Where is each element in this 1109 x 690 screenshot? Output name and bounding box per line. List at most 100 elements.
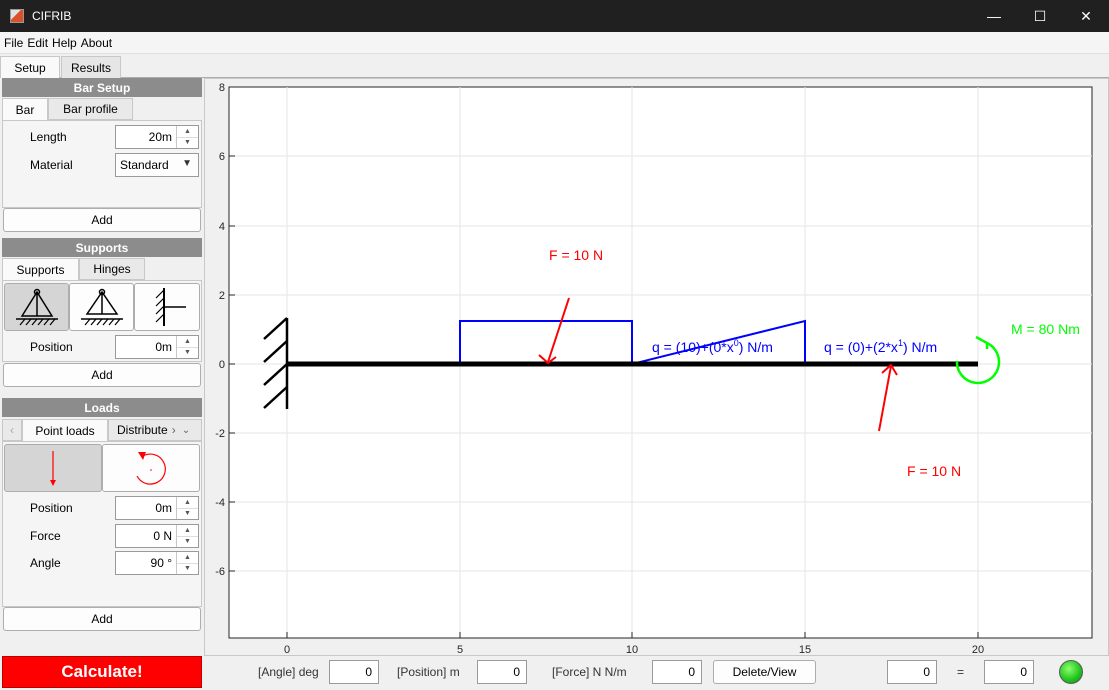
load-position-value[interactable]: 0m (116, 497, 176, 519)
tab-setup[interactable]: Setup (0, 56, 60, 79)
distributed-load-label-1: q = (10)+(0*x0) N/m (652, 338, 773, 355)
roller-support-button[interactable] (69, 283, 134, 331)
roller-support-icon (80, 288, 123, 326)
title-bar: CIFRIB — ☐ ✕ (0, 0, 1109, 32)
tab-scroll-left-icon[interactable]: ‹ (2, 419, 22, 441)
tab-bar[interactable]: Bar (2, 98, 48, 120)
force-input[interactable]: 0 (652, 660, 702, 684)
support-position-spinner[interactable]: 0m ▲ ▼ (115, 335, 199, 359)
spin-down-icon[interactable]: ▼ (177, 537, 198, 548)
angle-value[interactable]: 90 ° (116, 552, 176, 574)
angle-input-label: [Angle] deg (258, 665, 319, 679)
force-spinner[interactable]: 0 N ▲ ▼ (115, 524, 199, 548)
x-tick-label: 0 (284, 644, 290, 655)
status-led-icon (1059, 660, 1083, 684)
point-moment-button[interactable] (102, 444, 200, 492)
chevron-down-icon: ▼ (182, 158, 192, 169)
menu-bar: File Edit Help About (0, 32, 1109, 54)
force-label-bottom: F = 10 N (907, 463, 961, 479)
fixed-support-button[interactable] (134, 283, 200, 331)
y-tick-label: 8 (219, 82, 225, 94)
window-title: CIFRIB (32, 9, 72, 23)
result-left-field[interactable]: 0 (887, 660, 937, 684)
y-tick-label: 2 (219, 290, 225, 302)
chevron-down-icon[interactable]: ⌄ (182, 425, 190, 436)
y-tick-label: 0 (219, 359, 225, 371)
tab-distributed-loads[interactable]: Distribute › ⌄ (108, 419, 202, 441)
tab-distributed-label: Distribute (117, 423, 168, 437)
supports-add-button[interactable]: Add (3, 363, 201, 387)
bar-add-button[interactable]: Add (3, 208, 201, 232)
force-arrow-icon (50, 451, 56, 486)
pinned-support-button[interactable] (4, 283, 69, 331)
minimize-button[interactable]: — (971, 0, 1017, 32)
force-label-top: F = 10 N (549, 247, 603, 263)
maximize-button[interactable]: ☐ (1017, 0, 1063, 32)
spin-up-icon[interactable]: ▲ (177, 336, 198, 348)
length-value[interactable]: 20m (116, 126, 176, 148)
force-value[interactable]: 0 N (116, 525, 176, 547)
loads-header: Loads (2, 398, 202, 417)
spin-up-icon[interactable]: ▲ (177, 525, 198, 537)
loads-add-button[interactable]: Add (3, 607, 201, 631)
bottom-toolbar: [Angle] deg 0 [Position] m 0 [Force] N N… (204, 656, 1109, 690)
beam-plot[interactable]: 0 5 10 15 20 8 6 4 2 0 -2 -4 -6 q = (10)… (205, 79, 1108, 655)
material-label: Material (30, 158, 73, 172)
result-right-field[interactable]: 0 (984, 660, 1034, 684)
matlab-app-icon (10, 9, 24, 23)
angle-spinner[interactable]: 90 ° ▲ ▼ (115, 551, 199, 575)
force-label: Force (30, 529, 61, 543)
x-tick-label: 10 (626, 644, 638, 655)
chevron-right-icon[interactable]: › (172, 423, 176, 437)
position-input-label: [Position] m (397, 665, 460, 679)
menu-file[interactable]: File (4, 36, 23, 50)
load-position-label: Position (30, 501, 73, 515)
tab-supports[interactable]: Supports (2, 258, 79, 280)
bar-setup-header: Bar Setup (2, 78, 202, 97)
point-force-button[interactable] (4, 444, 102, 492)
main-tab-bar: Setup Results (0, 54, 1109, 79)
support-position-label: Position (30, 340, 73, 354)
pinned-support-icon (15, 288, 58, 326)
support-position-value[interactable]: 0m (116, 336, 176, 358)
spin-down-icon[interactable]: ▼ (177, 138, 198, 149)
x-tick-label: 20 (972, 644, 984, 655)
delete-view-button[interactable]: Delete/View (713, 660, 816, 684)
spin-up-icon[interactable]: ▲ (177, 126, 198, 138)
angle-input[interactable]: 0 (329, 660, 379, 684)
load-position-spinner[interactable]: 0m ▲ ▼ (115, 496, 199, 520)
calculate-button[interactable]: Calculate! (2, 656, 202, 688)
y-tick-label: 4 (219, 221, 225, 233)
tab-point-loads[interactable]: Point loads (22, 419, 108, 441)
menu-help[interactable]: Help (52, 36, 77, 50)
tab-hinges[interactable]: Hinges (79, 258, 145, 280)
spin-up-icon[interactable]: ▲ (177, 552, 198, 564)
material-dropdown[interactable]: Standard ▼ (115, 153, 199, 177)
spin-down-icon[interactable]: ▼ (177, 509, 198, 520)
plot-panel: 0 5 10 15 20 8 6 4 2 0 -2 -4 -6 q = (10)… (204, 78, 1109, 656)
y-tick-label: -4 (215, 497, 225, 509)
position-input[interactable]: 0 (477, 660, 527, 684)
y-tick-label: 6 (219, 151, 225, 163)
angle-label: Angle (30, 556, 61, 570)
menu-edit[interactable]: Edit (27, 36, 48, 50)
tab-results[interactable]: Results (61, 56, 121, 78)
material-value: Standard (120, 158, 169, 172)
x-tick-label: 15 (799, 644, 811, 655)
supports-header: Supports (2, 238, 202, 257)
y-tick-label: -6 (215, 566, 225, 578)
x-tick-label: 5 (457, 644, 463, 655)
menu-about[interactable]: About (81, 36, 112, 50)
moment-label: M = 80 Nm (1011, 321, 1080, 337)
spin-down-icon[interactable]: ▼ (177, 564, 198, 575)
force-input-label: [Force] N N/m (552, 665, 627, 679)
spin-up-icon[interactable]: ▲ (177, 497, 198, 509)
moment-arrow-icon (136, 452, 166, 485)
spin-down-icon[interactable]: ▼ (177, 348, 198, 359)
tab-bar-profile[interactable]: Bar profile (48, 98, 133, 120)
length-spinner[interactable]: 20m ▲ ▼ (115, 125, 199, 149)
close-button[interactable]: ✕ (1063, 0, 1109, 32)
left-panel: Bar Setup Bar Bar profile Length 20m ▲ ▼ … (0, 78, 204, 690)
length-label: Length (30, 130, 67, 144)
y-tick-label: -2 (215, 428, 225, 440)
